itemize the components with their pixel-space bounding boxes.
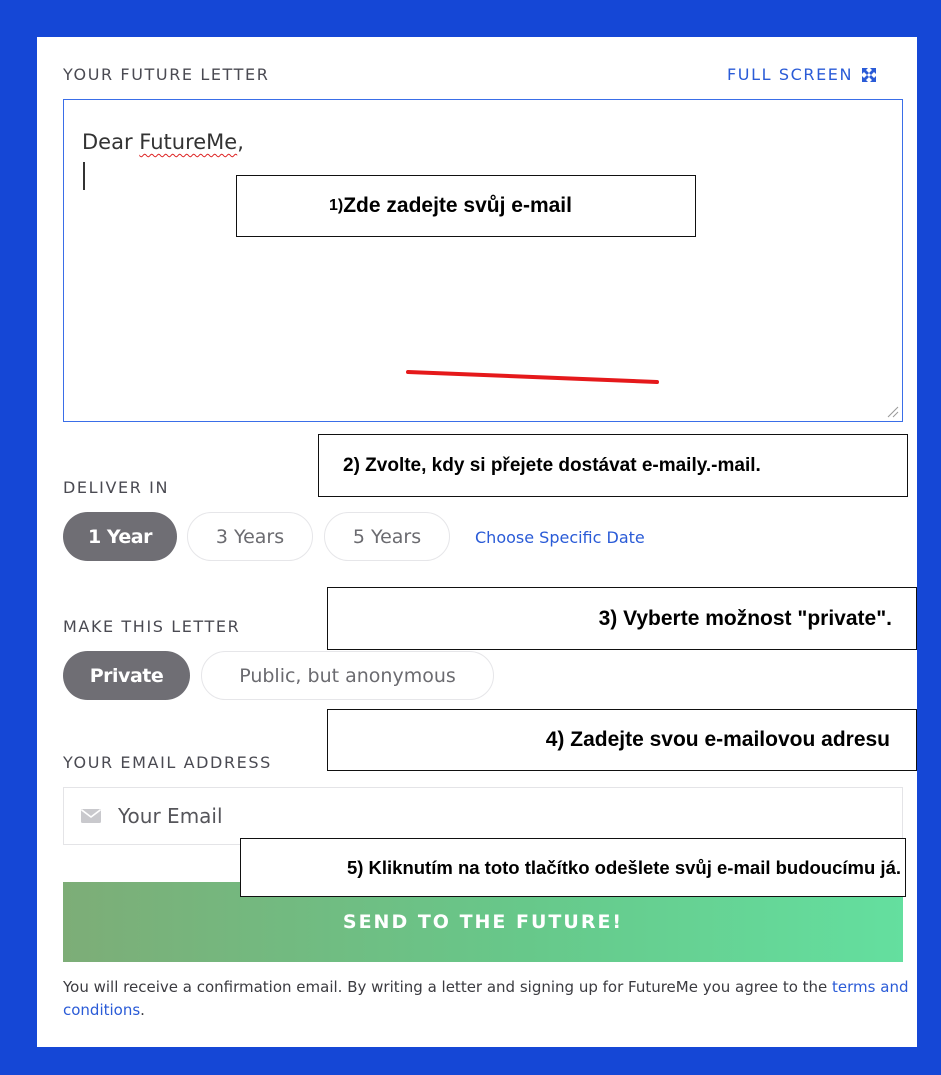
visibility-option-private[interactable]: Private — [63, 651, 190, 700]
annotation-step-3: 3) Vyberte možnost "private". — [327, 587, 917, 650]
footer-disclaimer: You will receive a confirmation email. B… — [63, 978, 909, 1019]
annotation-step-1: 1) Zde zadejte svůj e-mail — [236, 175, 696, 237]
email-address-label: YOUR EMAIL ADDRESS — [63, 753, 272, 772]
envelope-icon — [81, 809, 101, 823]
resize-grip-icon[interactable] — [887, 406, 899, 418]
full-screen-button[interactable]: FULL SCREEN — [727, 65, 877, 84]
text-caret — [83, 162, 85, 190]
expand-arrows-icon — [862, 67, 877, 82]
annotation-step-5: 5) Kliknutím na toto tlačítko odešlete s… — [240, 838, 906, 897]
visibility-option-public-anonymous[interactable]: Public, but anonymous — [201, 651, 494, 700]
deliver-option-1-year[interactable]: 1 Year — [63, 512, 177, 561]
full-screen-label: FULL SCREEN — [727, 65, 854, 84]
letter-greeting: Dear FutureMe, — [82, 130, 244, 154]
email-input[interactable] — [118, 804, 818, 828]
deliver-in-label: DELIVER IN — [63, 478, 170, 497]
deliver-option-3-years[interactable]: 3 Years — [187, 512, 313, 561]
annotation-step-4: 4) Zadejte svou e-mailovou adresu — [327, 709, 917, 771]
email-field-container — [63, 787, 903, 845]
deliver-option-5-years[interactable]: 5 Years — [324, 512, 450, 561]
choose-specific-date-link[interactable]: Choose Specific Date — [475, 528, 645, 547]
letter-section-label: YOUR FUTURE LETTER — [63, 65, 270, 84]
make-this-letter-label: MAKE THIS LETTER — [63, 617, 241, 636]
annotation-step-2: 2) Zvolte, kdy si přejete dostávat e-mai… — [318, 434, 908, 497]
annotation-red-line — [406, 370, 659, 384]
greeting-name: FutureMe — [139, 130, 238, 154]
